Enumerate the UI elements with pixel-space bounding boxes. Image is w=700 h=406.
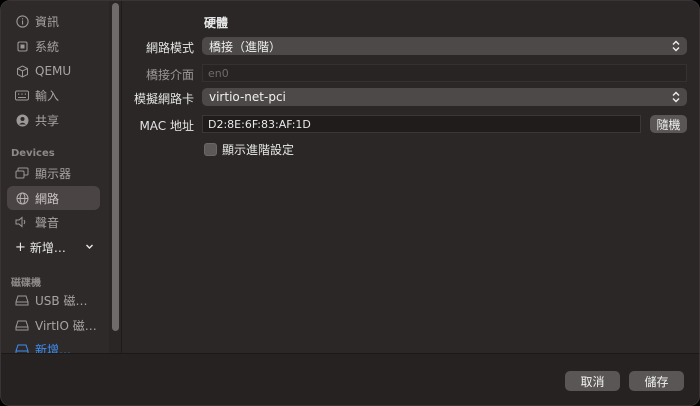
footer: 取消 儲存 bbox=[1, 353, 699, 405]
chevron-updown-icon bbox=[669, 39, 683, 53]
bridge-interface-placeholder: en0 bbox=[208, 66, 229, 80]
mac-address-value: D2:8E:6F:83:AF:1D bbox=[208, 117, 311, 131]
network-mode-value: 橋接（進階） bbox=[209, 39, 282, 54]
main-panel: 硬體 網路模式 橋接（進階） 橋接介面 en0 模擬網路卡 virtio-net… bbox=[122, 1, 699, 353]
sidebar-item-display[interactable]: 顯示器 bbox=[7, 161, 100, 185]
sidebar-item-sharing[interactable]: 共享 bbox=[7, 108, 100, 132]
sidebar-item-label: 輸入 bbox=[35, 88, 60, 103]
section-title: 硬體 bbox=[204, 16, 229, 30]
bridge-interface-field[interactable]: en0 bbox=[202, 64, 687, 82]
bridge-interface-label: 橋接介面 bbox=[145, 68, 194, 82]
sidebar-section-drives: 磁碟機 bbox=[11, 278, 41, 289]
sidebar-item-label: VirtIO 磁… bbox=[35, 318, 97, 333]
advanced-settings-checkbox[interactable] bbox=[204, 143, 217, 156]
person-icon bbox=[15, 113, 29, 127]
display-icon bbox=[15, 166, 29, 180]
sidebar-item-label: 顯示器 bbox=[35, 166, 72, 181]
info-icon bbox=[15, 14, 29, 28]
cancel-button[interactable]: 取消 bbox=[565, 371, 620, 391]
chevron-down-icon bbox=[85, 240, 94, 254]
add-device-button[interactable]: + 新增… bbox=[7, 235, 100, 259]
sidebar-item-label: 聲音 bbox=[35, 215, 60, 230]
sidebar: 資訊 系統 QEMU 輸入 共享 Devices 顯示器 網路 聲音 + 新增…… bbox=[1, 1, 113, 353]
sidebar-item-label: 共享 bbox=[35, 113, 60, 128]
emulated-card-select[interactable]: virtio-net-pci bbox=[202, 88, 687, 106]
sidebar-item-usb-drive[interactable]: USB 磁… bbox=[7, 288, 100, 312]
drive-icon bbox=[15, 342, 29, 353]
sidebar-item-system[interactable]: 系統 bbox=[7, 34, 100, 58]
mac-address-field[interactable]: D2:8E:6F:83:AF:1D bbox=[202, 115, 641, 133]
sidebar-item-label: 網路 bbox=[35, 191, 60, 206]
add-drive-button[interactable]: 新增… bbox=[7, 337, 100, 353]
cube-icon bbox=[15, 64, 29, 78]
sidebar-item-label: QEMU bbox=[35, 64, 72, 78]
random-mac-button[interactable]: 隨機 bbox=[650, 115, 687, 133]
advanced-settings-label: 顯示進階設定 bbox=[222, 143, 295, 157]
advanced-settings-row[interactable]: 顯示進階設定 bbox=[204, 141, 294, 158]
chevron-updown-icon bbox=[669, 90, 683, 104]
sidebar-item-sound[interactable]: 聲音 bbox=[7, 210, 100, 234]
sidebar-item-input[interactable]: 輸入 bbox=[7, 83, 100, 107]
plus-icon: + bbox=[15, 239, 26, 255]
sidebar-item-label: 資訊 bbox=[35, 14, 60, 29]
sidebar-section-devices: Devices bbox=[11, 148, 55, 159]
emulated-card-label: 模擬網路卡 bbox=[133, 92, 194, 106]
drive-icon bbox=[15, 293, 29, 307]
sidebar-item-label: 新增… bbox=[35, 342, 72, 354]
cpu-icon bbox=[15, 39, 29, 53]
mac-address-label: MAC 地址 bbox=[139, 119, 194, 133]
drive-icon bbox=[15, 318, 29, 332]
sidebar-item-qemu[interactable]: QEMU bbox=[7, 59, 100, 83]
sidebar-item-label: USB 磁… bbox=[35, 293, 88, 308]
sidebar-item-info[interactable]: 資訊 bbox=[7, 9, 100, 33]
add-device-label: 新增… bbox=[29, 240, 66, 255]
settings-window: 資訊 系統 QEMU 輸入 共享 Devices 顯示器 網路 聲音 + 新增…… bbox=[0, 0, 700, 406]
emulated-card-value: virtio-net-pci bbox=[209, 90, 286, 104]
sidebar-scrollbar-thumb[interactable] bbox=[112, 3, 119, 331]
sidebar-item-virtio-drive[interactable]: VirtIO 磁… bbox=[7, 313, 100, 337]
sidebar-item-network[interactable]: 網路 bbox=[7, 186, 100, 210]
sidebar-item-label: 系統 bbox=[35, 39, 60, 54]
network-mode-select[interactable]: 橋接（進階） bbox=[202, 37, 687, 55]
speaker-icon bbox=[15, 215, 29, 229]
globe-icon bbox=[15, 191, 29, 205]
save-button[interactable]: 儲存 bbox=[629, 371, 684, 391]
keyboard-icon bbox=[15, 88, 29, 102]
network-mode-label: 網路模式 bbox=[145, 41, 194, 55]
